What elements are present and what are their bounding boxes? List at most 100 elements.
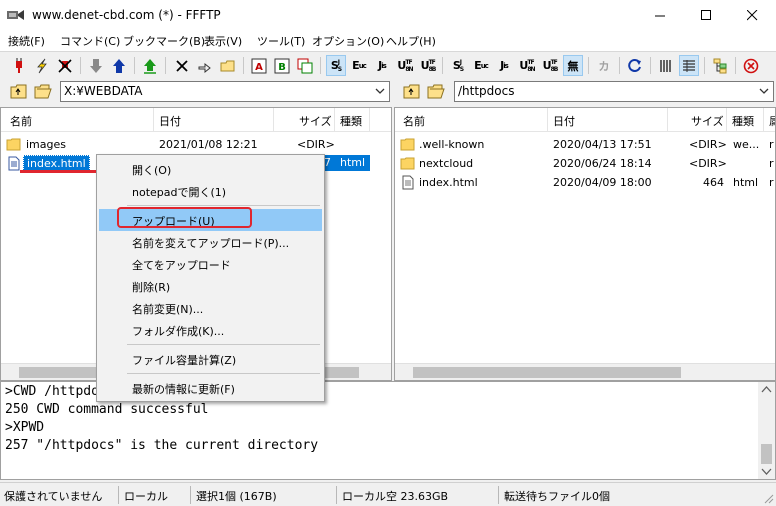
local-col-type[interactable]: 種類	[340, 113, 362, 129]
no-conversion-button[interactable]: 無	[563, 55, 583, 76]
auto-mode-button[interactable]	[295, 55, 315, 76]
local-open-folder-button[interactable]	[33, 82, 53, 101]
local-path-input[interactable]: X:¥WEBDATA	[60, 81, 390, 102]
menu-bookmark[interactable]: ブックマーク(B)	[123, 33, 205, 49]
close-button[interactable]	[730, 0, 776, 31]
folder-icon	[400, 157, 415, 170]
annotation-highlight-box	[117, 207, 252, 228]
remote-utf8bom-button[interactable]: U TF 8B	[540, 55, 560, 76]
ctx-refresh[interactable]: 最新の情報に更新(F)	[99, 377, 322, 399]
remote-path-text: /httpdocs	[458, 84, 515, 98]
remote-sjis-button[interactable]: SJS	[448, 55, 468, 76]
local-col-date[interactable]: 日付	[159, 113, 181, 129]
disconnect-button[interactable]	[55, 55, 75, 76]
rename-icon	[198, 62, 211, 73]
scroll-thumb[interactable]	[413, 367, 681, 378]
status-encryption: 保護されていません	[4, 490, 103, 503]
chevron-down-icon[interactable]	[375, 88, 385, 95]
ascii-mode-icon: A	[251, 58, 267, 73]
ctx-delete[interactable]: 削除(R)	[99, 275, 322, 297]
remote-col-size[interactable]: サイズ	[691, 113, 724, 129]
menu-view[interactable]: 表示(V)	[204, 33, 242, 49]
chevron-up-icon[interactable]	[758, 384, 775, 396]
table-row[interactable]: index.html 2020/04/09 18:00 464 html r	[395, 173, 775, 192]
remote-column-header: 名前 日付 サイズ 種類 属	[395, 108, 775, 132]
mkdir-button[interactable]	[218, 55, 238, 76]
folder-up-icon	[10, 84, 27, 99]
remote-euc-button[interactable]: Euc	[471, 55, 491, 76]
status-mode: ローカル	[124, 490, 168, 503]
menu-command[interactable]: コマンド(C)	[60, 33, 120, 49]
kanji-utf8n-button[interactable]: U TF 8N	[395, 55, 415, 76]
kanji-sjis-button[interactable]: SJS	[326, 55, 346, 76]
upload-button[interactable]	[109, 55, 129, 76]
chevron-down-icon[interactable]	[758, 466, 775, 478]
remote-col-type[interactable]: 種類	[732, 113, 754, 129]
menu-help[interactable]: ヘルプ(H)	[386, 33, 436, 49]
scroll-thumb[interactable]	[761, 444, 772, 464]
minimize-button[interactable]	[638, 0, 684, 31]
toolbar: A B SJS Euc Jis U TF 8N U TF 8B SJS Euc Jis …	[0, 51, 776, 79]
local-up-button[interactable]	[9, 82, 29, 101]
quick-connect-button[interactable]	[32, 55, 52, 76]
kanji-euc-button[interactable]: Euc	[349, 55, 369, 76]
table-row[interactable]: .well-known 2020/04/13 17:51 <DIR> we...…	[395, 135, 775, 154]
window-title: www.denet-cbd.com (*) - FFFTP	[32, 8, 221, 22]
table-row[interactable]: images 2021/01/08 12:21 <DIR>	[1, 135, 373, 154]
menu-tools[interactable]: ツール(T)	[257, 33, 305, 49]
remote-open-folder-button[interactable]	[426, 82, 446, 101]
menu-options[interactable]: オプション(O)	[312, 33, 384, 49]
table-row[interactable]: nextcloud 2020/06/24 18:14 <DIR> r	[395, 154, 775, 173]
kana-convert-button[interactable]: カ	[594, 55, 614, 76]
kanji-utf8bom-button[interactable]: U TF 8B	[418, 55, 438, 76]
remote-path-input[interactable]: /httpdocs	[454, 81, 774, 102]
local-col-size[interactable]: サイズ	[299, 113, 332, 129]
detail-view-button[interactable]	[679, 55, 699, 76]
ascii-mode-button[interactable]: A	[249, 55, 269, 76]
menu-connect[interactable]: 接続(F)	[8, 33, 45, 49]
ctx-open[interactable]: 開く(O)	[99, 158, 322, 180]
maximize-button[interactable]	[684, 0, 730, 31]
chevron-down-icon[interactable]	[759, 88, 769, 95]
arrow-up-icon	[113, 58, 125, 73]
delete-icon	[176, 59, 188, 72]
connect-button[interactable]	[9, 55, 29, 76]
ctx-upload-rename[interactable]: 名前を変えてアップロード(P)...	[99, 231, 322, 253]
svg-text:A: A	[255, 62, 263, 73]
log-vscrollbar[interactable]	[758, 382, 775, 479]
abort-button[interactable]	[741, 55, 761, 76]
sync-folder-button[interactable]	[710, 55, 730, 76]
ctx-open-notepad[interactable]: notepadで開く(1)	[99, 180, 322, 202]
folder-new-icon	[220, 60, 235, 71]
remote-col-perm[interactable]: 属	[769, 113, 775, 129]
remote-file-list[interactable]: 名前 日付 サイズ 種類 属 .well-known 2020/04/13 17…	[394, 107, 776, 381]
status-free-space: ローカル空 23.63GB	[342, 490, 449, 503]
delete-button[interactable]	[172, 55, 192, 76]
status-bar: 保護されていません ローカル 選択1個 (167B) ローカル空 23.63GB…	[0, 482, 776, 506]
local-path-text: X:¥WEBDATA	[64, 84, 143, 98]
ctx-rename[interactable]: 名前変更(N)...	[99, 297, 322, 319]
kanji-jis-button[interactable]: Jis	[372, 55, 392, 76]
remote-up-button[interactable]	[402, 82, 422, 101]
remote-utf8n-button[interactable]: U TF 8N	[517, 55, 537, 76]
local-path-bar: X:¥WEBDATA	[0, 80, 392, 103]
remote-col-name[interactable]: 名前	[403, 113, 425, 129]
ctx-upload-all[interactable]: 全てをアップロード	[99, 253, 322, 275]
refresh-button[interactable]	[625, 55, 645, 76]
app-icon	[7, 10, 24, 20]
file-icon	[8, 156, 20, 171]
ctx-calc-size[interactable]: ファイル容量計算(Z)	[99, 348, 322, 370]
remote-jis-button[interactable]: Jis	[494, 55, 514, 76]
stop-icon	[743, 58, 759, 73]
resize-grip-icon[interactable]	[762, 492, 774, 504]
local-col-name[interactable]: 名前	[10, 113, 32, 129]
rename-button[interactable]	[195, 55, 215, 76]
mirror-upload-button[interactable]	[140, 55, 160, 76]
binary-mode-button[interactable]: B	[272, 55, 292, 76]
remote-col-date[interactable]: 日付	[553, 113, 575, 129]
menu-bar: 接続(F) コマンド(C) ブックマーク(B) 表示(V) ツール(T) オプシ…	[0, 31, 776, 51]
download-button[interactable]	[86, 55, 106, 76]
remote-hscrollbar[interactable]	[395, 363, 775, 380]
list-view-button[interactable]	[656, 55, 676, 76]
ctx-mkdir[interactable]: フォルダ作成(K)...	[99, 319, 322, 341]
